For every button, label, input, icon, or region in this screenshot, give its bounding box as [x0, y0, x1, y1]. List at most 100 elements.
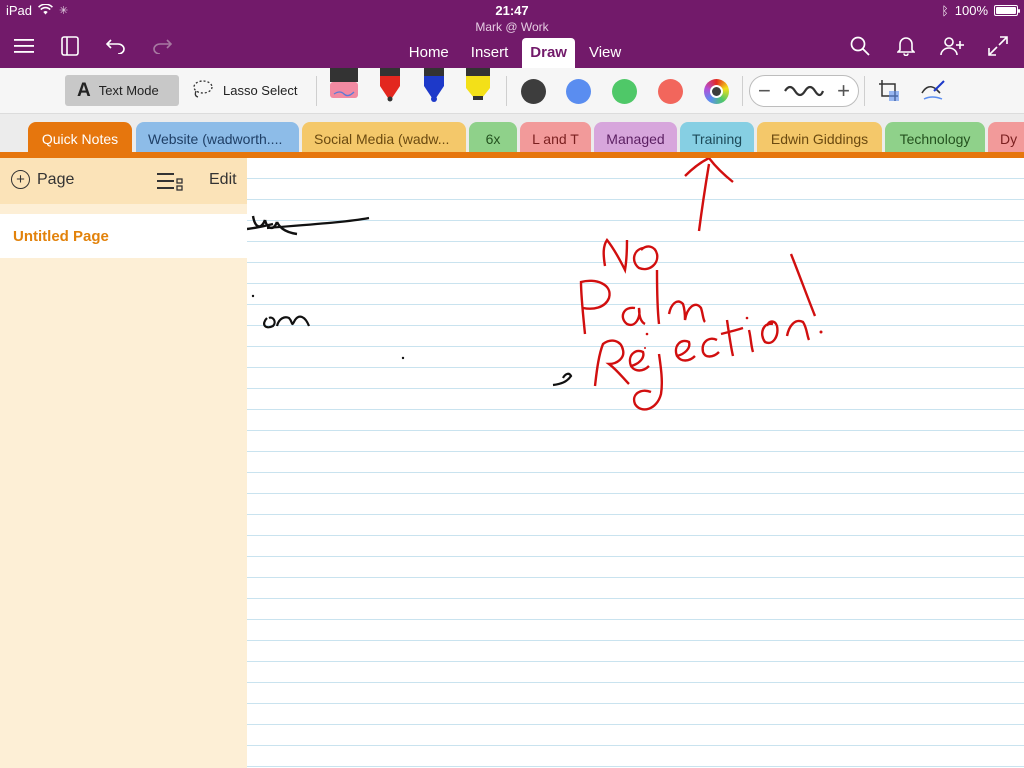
share-add-person-icon[interactable]: [940, 34, 964, 58]
section-tab-dy[interactable]: Dy: [988, 122, 1024, 156]
edit-pages-button[interactable]: Edit: [209, 171, 237, 189]
color-swatch-blue[interactable]: [566, 79, 591, 104]
toolbar-divider: [742, 76, 743, 106]
section-tab-label: Technology: [899, 131, 971, 147]
blue-pen-icon[interactable]: [422, 68, 446, 107]
color-swatch-green[interactable]: [612, 79, 637, 104]
battery-fill: [996, 7, 1016, 14]
section-tab-l-and-t[interactable]: L and T: [520, 122, 591, 156]
page-list-sidebar: + Page Edit Untitled Page: [0, 158, 247, 768]
color-swatch-dark-gray[interactable]: [521, 79, 546, 104]
section-tab-label: Managed: [606, 131, 665, 147]
fullscreen-expand-icon[interactable]: [986, 34, 1010, 58]
red-ink-rejection: [761, 320, 779, 345]
add-page-label: Page: [37, 170, 75, 188]
black-ink-stroke: [266, 216, 370, 230]
lasso-select-button[interactable]: Lasso Select: [192, 75, 297, 106]
notebook-name[interactable]: Mark @ Work: [0, 20, 1024, 34]
tab-view[interactable]: View: [581, 38, 629, 68]
black-ink-dot: [251, 294, 255, 298]
tab-insert[interactable]: Insert: [463, 38, 517, 68]
toolbar-divider: [316, 76, 317, 106]
text-mode-icon: A: [77, 79, 91, 101]
section-tab-edwin-giddings[interactable]: Edwin Giddings: [757, 122, 882, 156]
red-ink-rejection: [747, 329, 755, 353]
status-time: 21:47: [495, 3, 529, 18]
red-ink-dot: [645, 332, 649, 336]
section-tab-6x[interactable]: 6x: [469, 122, 517, 156]
red-ink-rejection: [720, 319, 744, 357]
red-ink-rejection: [674, 339, 696, 362]
section-tab-training[interactable]: Training: [680, 122, 754, 156]
text-mode-label: Text Mode: [98, 83, 159, 98]
red-ink-no: [632, 245, 659, 271]
ink-layer: [247, 158, 823, 411]
section-tab-managed[interactable]: Managed: [594, 122, 677, 156]
stroke-thickness-control: − +: [749, 75, 859, 107]
page-list-header: + Page Edit: [0, 158, 247, 204]
eraser-pen-icon[interactable]: [328, 68, 360, 107]
section-tab-label: Dy: [1000, 131, 1018, 147]
black-ink-stroke: [263, 315, 311, 329]
red-ink-rejection: [593, 339, 630, 387]
red-ink-dot: [819, 330, 823, 334]
section-tab-label: 6x: [485, 131, 501, 147]
stroke-wave-icon: [784, 78, 825, 104]
red-ink-palm: [621, 306, 646, 327]
section-tab-quick-notes[interactable]: Quick Notes: [28, 122, 132, 156]
red-pen-icon[interactable]: [378, 68, 402, 107]
draw-with-touch-icon[interactable]: [920, 77, 948, 105]
tab-draw[interactable]: Draw: [522, 38, 575, 68]
add-circle-icon: +: [11, 170, 30, 189]
add-page-button[interactable]: + Page: [11, 170, 74, 189]
red-ink-no: [602, 237, 629, 274]
red-ink-palm: [579, 279, 611, 335]
section-tab-label: L and T: [532, 131, 579, 147]
section-tab-label: Edwin Giddings: [770, 131, 869, 147]
thickness-decrease-button[interactable]: −: [758, 78, 771, 104]
notifications-bell-icon[interactable]: [894, 34, 918, 58]
page-title: Untitled Page: [13, 227, 109, 245]
sort-pages-icon[interactable]: [157, 171, 183, 196]
color-picker-wheel-icon[interactable]: [704, 79, 729, 104]
lasso-icon: [192, 79, 214, 102]
draw-toolbar: A Text Mode Lasso Select − +: [0, 68, 1024, 114]
black-ink-stroke: [552, 372, 573, 387]
section-tab-social-media[interactable]: Social Media (wadw...: [302, 122, 466, 156]
status-right: ᛒ 100%: [941, 3, 1020, 18]
section-tab-label: Social Media (wadw...: [314, 131, 450, 147]
red-ink-palm: [667, 300, 706, 323]
section-tab-label: Website (wadworth....: [148, 131, 283, 147]
section-tab-label: Training: [691, 131, 743, 147]
red-ink-rejection: [785, 319, 811, 341]
page-list-item[interactable]: Untitled Page: [0, 214, 247, 258]
red-ink-rejection: [701, 337, 720, 358]
red-ink-palm: [655, 269, 661, 325]
section-tab-website[interactable]: Website (wadworth....: [136, 122, 299, 156]
toolbar-divider: [506, 76, 507, 106]
highlighter-icon[interactable]: [464, 68, 492, 107]
black-ink-dot: [401, 356, 405, 360]
red-ink-exclamation: [789, 253, 817, 317]
red-ink-arrow: [684, 158, 734, 232]
section-tab-label: Quick Notes: [41, 131, 119, 147]
header-right-actions: [848, 34, 1010, 58]
tab-home[interactable]: Home: [401, 38, 457, 68]
red-ink-dot: [745, 316, 749, 320]
red-ink-rejection: [628, 349, 650, 372]
text-mode-button[interactable]: A Text Mode: [65, 75, 179, 106]
section-tab-technology[interactable]: Technology: [885, 122, 985, 156]
search-icon[interactable]: [848, 34, 872, 58]
app-header: iPad ✳ 21:47 ᛒ 100% Mark @ Work Home Ins…: [0, 0, 1024, 68]
thickness-increase-button[interactable]: +: [837, 78, 850, 104]
note-canvas[interactable]: [247, 158, 1024, 768]
ink-to-shape-crop-icon[interactable]: [876, 77, 904, 105]
battery-icon: [994, 5, 1020, 16]
lasso-select-label: Lasso Select: [223, 83, 298, 98]
bluetooth-icon: ᛒ: [941, 3, 949, 18]
battery-percent: 100%: [954, 3, 988, 18]
onenote-app: iPad ✳ 21:47 ᛒ 100% Mark @ Work Home Ins…: [0, 0, 1024, 768]
color-swatch-red[interactable]: [658, 79, 683, 104]
red-ink-dot: [644, 347, 646, 349]
toolbar-divider: [864, 76, 865, 106]
